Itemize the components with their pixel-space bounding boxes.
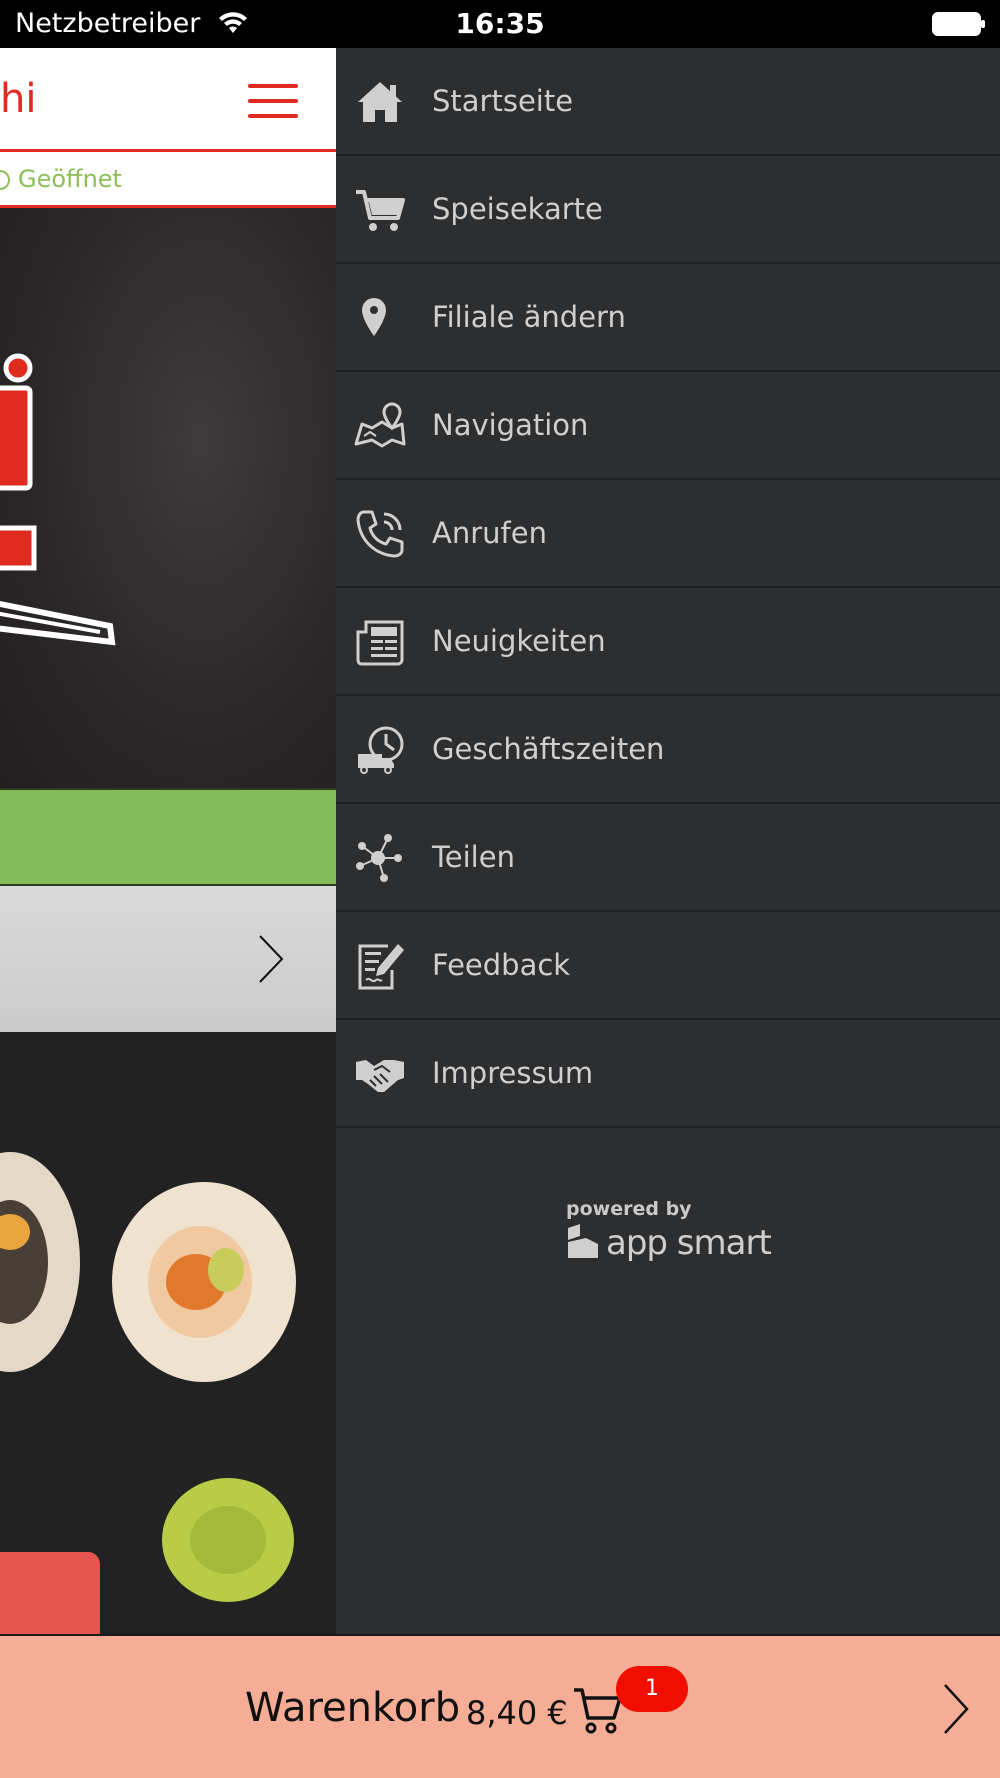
feedback-icon — [358, 944, 404, 990]
menu-toggle-button[interactable] — [248, 84, 298, 118]
location-pin-icon — [362, 298, 386, 336]
green-banner[interactable] — [0, 788, 336, 886]
menu-item-feedback[interactable]: Feedback — [336, 912, 1000, 1020]
main-content: hi Geöffnet — [0, 48, 336, 1634]
status-bar: Netzbetreiber 16:35 — [0, 0, 1000, 48]
menu-item-anrufen[interactable]: Anrufen — [336, 480, 1000, 588]
cart-icon — [356, 190, 405, 231]
sushi-image — [0, 1032, 336, 1634]
menu-item-label: Impressum — [432, 1056, 594, 1090]
powered-by-brand: app smart — [606, 1223, 772, 1263]
powered-by-label: powered by — [566, 1198, 692, 1220]
menu-item-navigation[interactable]: Navigation — [336, 372, 1000, 480]
cart-label: Warenkorb — [245, 1685, 461, 1731]
handshake-icon — [356, 1060, 404, 1092]
hamburger-line — [248, 84, 298, 88]
clock-icon — [0, 170, 10, 190]
hamburger-line — [248, 99, 298, 103]
hamburger-line — [248, 114, 298, 118]
menu-item-teilen[interactable]: Teilen — [336, 804, 1000, 912]
chevron-right-icon — [259, 935, 284, 983]
open-status-text: Geöffnet — [18, 165, 122, 193]
menu-item-label: Speisekarte — [432, 192, 603, 226]
clock-time: 16:35 — [455, 7, 545, 40]
menu-item-label: Startseite — [432, 84, 574, 118]
side-menu: Startseite Speisekarte Filiale ändern Na… — [336, 48, 1000, 1634]
menu-item-label: Geschäftszeiten — [432, 732, 665, 766]
menu-item-label: Anrufen — [432, 516, 547, 550]
battery-icon — [932, 12, 985, 36]
phone-icon — [356, 510, 404, 558]
delivery-clock-icon — [358, 726, 404, 774]
logo-graphic — [0, 353, 116, 646]
open-status-bar: Geöffnet — [0, 152, 336, 208]
map-icon — [354, 402, 406, 448]
cart-amount: 8,40 € — [466, 1694, 568, 1732]
home-icon — [358, 82, 402, 122]
menu-item-speisekarte[interactable]: Speisekarte — [336, 156, 1000, 264]
menu-item-geschaeftszeiten[interactable]: Geschäftszeiten — [336, 696, 1000, 804]
app-title: hi — [0, 76, 37, 122]
cart-count-badge: 1 — [616, 1666, 688, 1712]
menu-item-label: Navigation — [432, 408, 589, 442]
menu-item-neuigkeiten[interactable]: Neuigkeiten — [336, 588, 1000, 696]
sushi-illustration — [0, 1152, 296, 1634]
appsmart-logo-icon — [568, 1224, 598, 1258]
chevron-right-icon — [944, 1684, 969, 1734]
promo-banner[interactable] — [0, 886, 336, 1032]
menu-item-label: Filiale ändern — [432, 300, 626, 334]
powered-by[interactable]: powered by app smart — [566, 1198, 826, 1263]
share-icon — [356, 834, 402, 882]
menu-item-impressum[interactable]: Impressum — [336, 1020, 1000, 1128]
news-icon — [356, 620, 404, 666]
menu-item-label: Feedback — [432, 948, 571, 982]
cart-bar[interactable]: Warenkorb 8,40 € 1 — [0, 1634, 1000, 1778]
menu-item-startseite[interactable]: Startseite — [336, 48, 1000, 156]
menu-item-filiale-aendern[interactable]: Filiale ändern — [336, 264, 1000, 372]
menu-item-label: Teilen — [432, 840, 515, 874]
menu-item-label: Neuigkeiten — [432, 624, 606, 658]
hero-image — [0, 208, 336, 788]
app-header: hi — [0, 48, 336, 152]
